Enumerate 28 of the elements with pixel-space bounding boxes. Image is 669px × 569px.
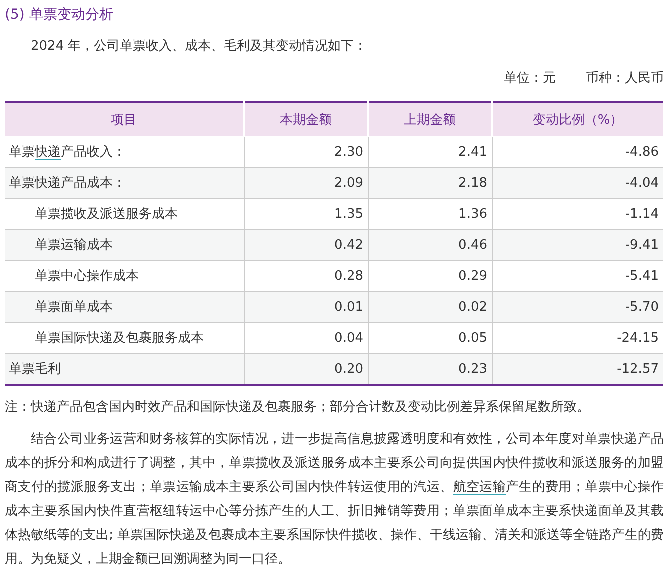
table-cell: 0.20: [244, 354, 368, 385]
keyword-link[interactable]: 航空运输: [453, 480, 506, 495]
column-header: 项目: [5, 102, 244, 136]
intro-text: 2024 年，公司单票收入、成本、毛利及其变动情况如下：: [30, 38, 368, 56]
column-header: 本期金额: [244, 102, 368, 136]
table-cell: 2.18: [368, 168, 492, 198]
table-cell: 2.09: [244, 168, 368, 198]
table-cell: -4.04: [492, 168, 663, 198]
column-header: 变动比例（%）: [492, 102, 663, 136]
table-cell: -12.57: [492, 354, 663, 385]
column-header: 上期金额: [368, 102, 492, 136]
table-cell: 单票运输成本: [5, 230, 244, 260]
table-cell: 0.46: [368, 230, 492, 260]
section-title: (5) 单票变动分析: [5, 6, 114, 25]
paragraph-text: 结合公司业务运营和财务核算的实际情况，进一步提高信息披露透明度和有效性，公司本年度对单票快递产品成本的拆分和构成进行了调整，其中，单票揽收及派送服务成本主要系公司向提供国内快件揽收和派送服务的加盟商支付的揽派服务支出；单票运输成本主要系公司国内快件转运使用的汽运、航空运输产生的费用；单票中心操作成本主要系国内快件直营枢纽转运中心等分拣产生的人工、折旧摊销等费用；单票面单成本主要系快递面单及其载体热敏纸等的支出; 单票国际快递及包裹成本主要系国际快件揽收、操作、干线运输、清关和派送等全链路产生的费用。为免疑义，上期金额已回溯调整为同一口径。: [5, 431, 664, 569]
unit-label: 币种：人民币: [586, 70, 664, 88]
table-cell: 0.23: [368, 354, 492, 385]
table-cell: 单票毛利: [5, 354, 244, 385]
table-cell: 0.02: [368, 292, 492, 322]
table-cell: 单票面单成本: [5, 292, 244, 322]
table-cell: -9.41: [492, 230, 663, 260]
table-cell: 0.01: [244, 292, 368, 322]
keyword-link[interactable]: 快递: [35, 145, 61, 160]
unit-label: 单位：元: [504, 70, 556, 88]
table-cell: 单票快递产品成本：: [5, 168, 244, 198]
note-text: 注：快递产品包含国内时效产品和国际快递及包裹服务；部分合计数及变动比例差异系保留尾数所致。: [5, 399, 591, 417]
table-cell: -5.70: [492, 292, 663, 322]
table-cell: 0.42: [244, 230, 368, 260]
